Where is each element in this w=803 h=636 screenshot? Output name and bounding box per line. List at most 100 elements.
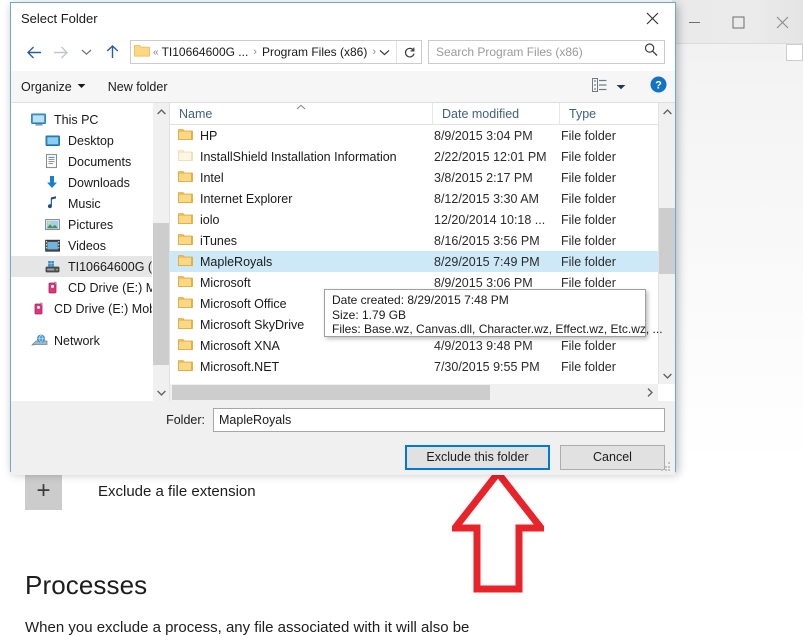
file-type: File folder — [561, 359, 616, 374]
sidebar-item-this-pc[interactable]: This PC — [11, 109, 169, 130]
scrollbar-thumb[interactable] — [659, 208, 675, 274]
folder-icon — [178, 317, 193, 333]
file-name-cell: iolo — [170, 212, 433, 228]
exclude-extension-label: Exclude a file extension — [98, 482, 256, 500]
filelist-vertical-scrollbar[interactable] — [658, 103, 675, 384]
file-date: 7/30/2015 9:55 PM — [434, 359, 540, 374]
scrollbar-thumb[interactable] — [172, 385, 490, 400]
table-row[interactable]: Microsoft XNA 4/9/2013 9:48 PM File fold… — [170, 335, 675, 356]
file-name: MapleRoyals — [200, 254, 273, 269]
scroll-right-icon[interactable] — [641, 384, 658, 401]
change-view-button[interactable] — [592, 77, 626, 97]
navpane-vertical-scrollbar[interactable] — [152, 103, 169, 401]
scroll-up-icon[interactable] — [659, 103, 675, 120]
file-list-rows: HP 8/9/2015 3:04 PM File folder InstallS… — [170, 125, 675, 377]
file-date: 12/20/2014 10:18 ... — [434, 212, 546, 227]
column-header-date-modified[interactable]: Date modified — [433, 103, 560, 125]
folder-input[interactable]: MapleRoyals — [213, 408, 665, 432]
breadcrumb-overflow[interactable]: « — [153, 47, 159, 58]
file-type: File folder — [561, 338, 616, 353]
up-icon[interactable] — [99, 39, 125, 65]
file-date: 8/12/2015 3:30 AM — [434, 191, 539, 206]
sidebar-item-drive-c[interactable]: TI10664600G (C:) — [11, 256, 169, 277]
chevron-down-icon[interactable] — [616, 82, 626, 92]
folder-name-row: Folder: MapleRoyals — [11, 401, 675, 439]
file-name-cell: MapleRoyals — [170, 254, 433, 270]
music-icon — [45, 196, 62, 212]
sidebar-item-network[interactable]: Network — [11, 330, 169, 351]
select-folder-dialog: Select Folder « TI10664600G ... › Progra… — [10, 2, 676, 475]
file-name: Microsoft — [200, 275, 251, 290]
table-row[interactable]: HP 8/9/2015 3:04 PM File folder — [170, 125, 675, 146]
file-type: File folder — [561, 275, 616, 290]
sidebar-item-cd-drive-e[interactable]: CD Drive (E:) Mo — [11, 277, 169, 298]
sidebar-item-cd-drive-e-root[interactable]: CD Drive (E:) Mob — [11, 298, 169, 319]
maximize-icon[interactable] — [716, 0, 760, 44]
sidebar-label: Desktop — [68, 133, 114, 148]
scroll-up-icon[interactable] — [153, 103, 169, 120]
sidebar-item-music[interactable]: Music — [11, 193, 169, 214]
breadcrumb-item-programfiles[interactable]: Program Files (x86) — [262, 45, 367, 59]
new-folder-button[interactable]: New folder — [108, 80, 168, 94]
sidebar-item-desktop[interactable]: Desktop — [11, 130, 169, 151]
file-type: File folder — [561, 170, 616, 185]
sidebar-item-downloads[interactable]: Downloads — [11, 172, 169, 193]
table-row[interactable]: InstallShield Installation Information 2… — [170, 146, 675, 167]
new-folder-label: New folder — [107, 79, 168, 94]
column-header-name[interactable]: Name — [170, 103, 433, 125]
dialog-button-row: Exclude this folder Cancel — [11, 439, 675, 475]
folder-icon — [178, 233, 193, 249]
refresh-icon[interactable] — [396, 41, 421, 63]
table-row[interactable]: Internet Explorer 8/12/2015 3:30 AM File… — [170, 188, 675, 209]
filelist-horizontal-scrollbar[interactable] — [170, 384, 658, 401]
folder-icon — [178, 212, 193, 228]
navigation-pane: This PC Desktop Documents Downloads Musi… — [11, 103, 169, 401]
table-row[interactable]: Microsoft.NET 7/30/2015 9:55 PM File fol… — [170, 356, 675, 377]
sidebar-label: CD Drive (E:) Mob — [54, 301, 157, 316]
column-header-type[interactable]: Type — [560, 103, 650, 125]
dialog-body: This PC Desktop Documents Downloads Musi… — [11, 103, 675, 401]
search-icon[interactable] — [644, 43, 658, 62]
cancel-button[interactable]: Cancel — [560, 444, 665, 470]
organize-button[interactable]: Organize — [21, 80, 86, 94]
file-type: File folder — [561, 233, 616, 248]
tooltip-files: Files: Base.wz, Canvas.dll, Character.wz… — [332, 322, 663, 336]
recent-locations-chevron-down-icon[interactable] — [73, 39, 99, 65]
scroll-down-icon[interactable] — [659, 367, 675, 384]
processes-description: When you exclude a process, any file ass… — [25, 619, 470, 636]
sidebar-item-pictures[interactable]: Pictures — [11, 214, 169, 235]
chevron-down-icon[interactable] — [373, 41, 395, 63]
organize-label: Organize — [21, 79, 72, 94]
add-extension-button[interactable]: + — [25, 472, 62, 510]
table-row[interactable]: iTunes 8/16/2015 3:56 PM File folder — [170, 230, 675, 251]
tooltip-size: Size: 1.79 GB — [332, 307, 407, 322]
exclude-this-folder-button[interactable]: Exclude this folder — [405, 444, 550, 470]
search-placeholder: Search Program Files (x86) — [436, 45, 583, 59]
search-input[interactable]: Search Program Files (x86) — [428, 40, 665, 64]
background-page-gradient — [672, 44, 803, 464]
scrollbar-corner — [658, 384, 675, 401]
sidebar-item-documents[interactable]: Documents — [11, 151, 169, 172]
close-icon[interactable] — [760, 0, 803, 44]
dialog-address-row: « TI10664600G ... › Program Files (x86) … — [11, 33, 675, 71]
folder-input-value: MapleRoyals — [219, 413, 292, 427]
scrollbar-thumb[interactable] — [153, 223, 169, 365]
svg-text:?: ? — [655, 80, 662, 92]
dialog-footer: Folder: MapleRoyals Exclude this folder … — [11, 401, 675, 475]
file-date: 2/22/2015 12:01 PM — [434, 149, 547, 164]
table-row[interactable]: iolo 12/20/2014 10:18 ... File folder — [170, 209, 675, 230]
breadcrumb[interactable]: « TI10664600G ... › Program Files (x86) … — [130, 40, 422, 64]
minimize-icon[interactable] — [672, 0, 716, 44]
exclude-file-extension-row[interactable]: + Exclude a file extension — [25, 472, 425, 510]
scroll-down-icon[interactable] — [153, 384, 169, 401]
table-row-selected[interactable]: MapleRoyals 8/29/2015 7:49 PM File folde… — [170, 251, 675, 272]
file-name: Microsoft XNA — [200, 338, 280, 353]
resize-grip[interactable] — [661, 462, 671, 472]
breadcrumb-item-drive[interactable]: TI10664600G ... — [162, 45, 249, 59]
help-icon[interactable]: ? — [650, 76, 667, 98]
table-row[interactable]: Intel 3/8/2015 2:17 PM File folder — [170, 167, 675, 188]
dialog-title: Select Folder — [21, 10, 98, 26]
back-icon[interactable] — [21, 39, 47, 65]
sidebar-item-videos[interactable]: Videos — [11, 235, 169, 256]
dialog-close-icon[interactable] — [630, 3, 675, 33]
